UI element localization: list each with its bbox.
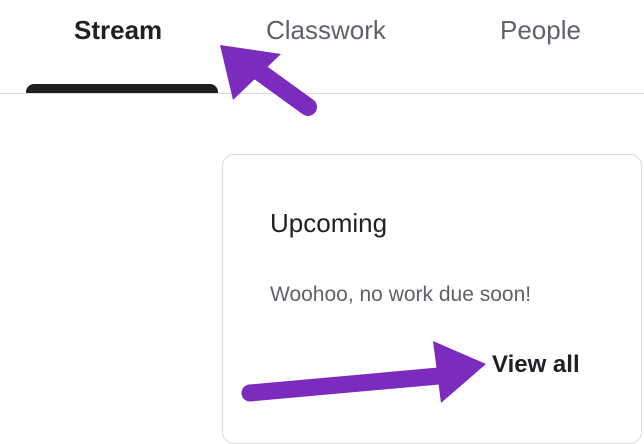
tab-divider <box>0 93 644 94</box>
tab-classwork[interactable]: Classwork <box>266 14 386 46</box>
view-all-link[interactable]: View all <box>492 351 580 379</box>
upcoming-message: Woohoo, no work due soon! <box>270 283 532 306</box>
tab-stream[interactable]: Stream <box>74 14 162 46</box>
upcoming-title: Upcoming <box>270 208 388 238</box>
arrow-to-stream-tab-icon <box>220 45 317 116</box>
tab-people[interactable]: People <box>500 14 581 46</box>
